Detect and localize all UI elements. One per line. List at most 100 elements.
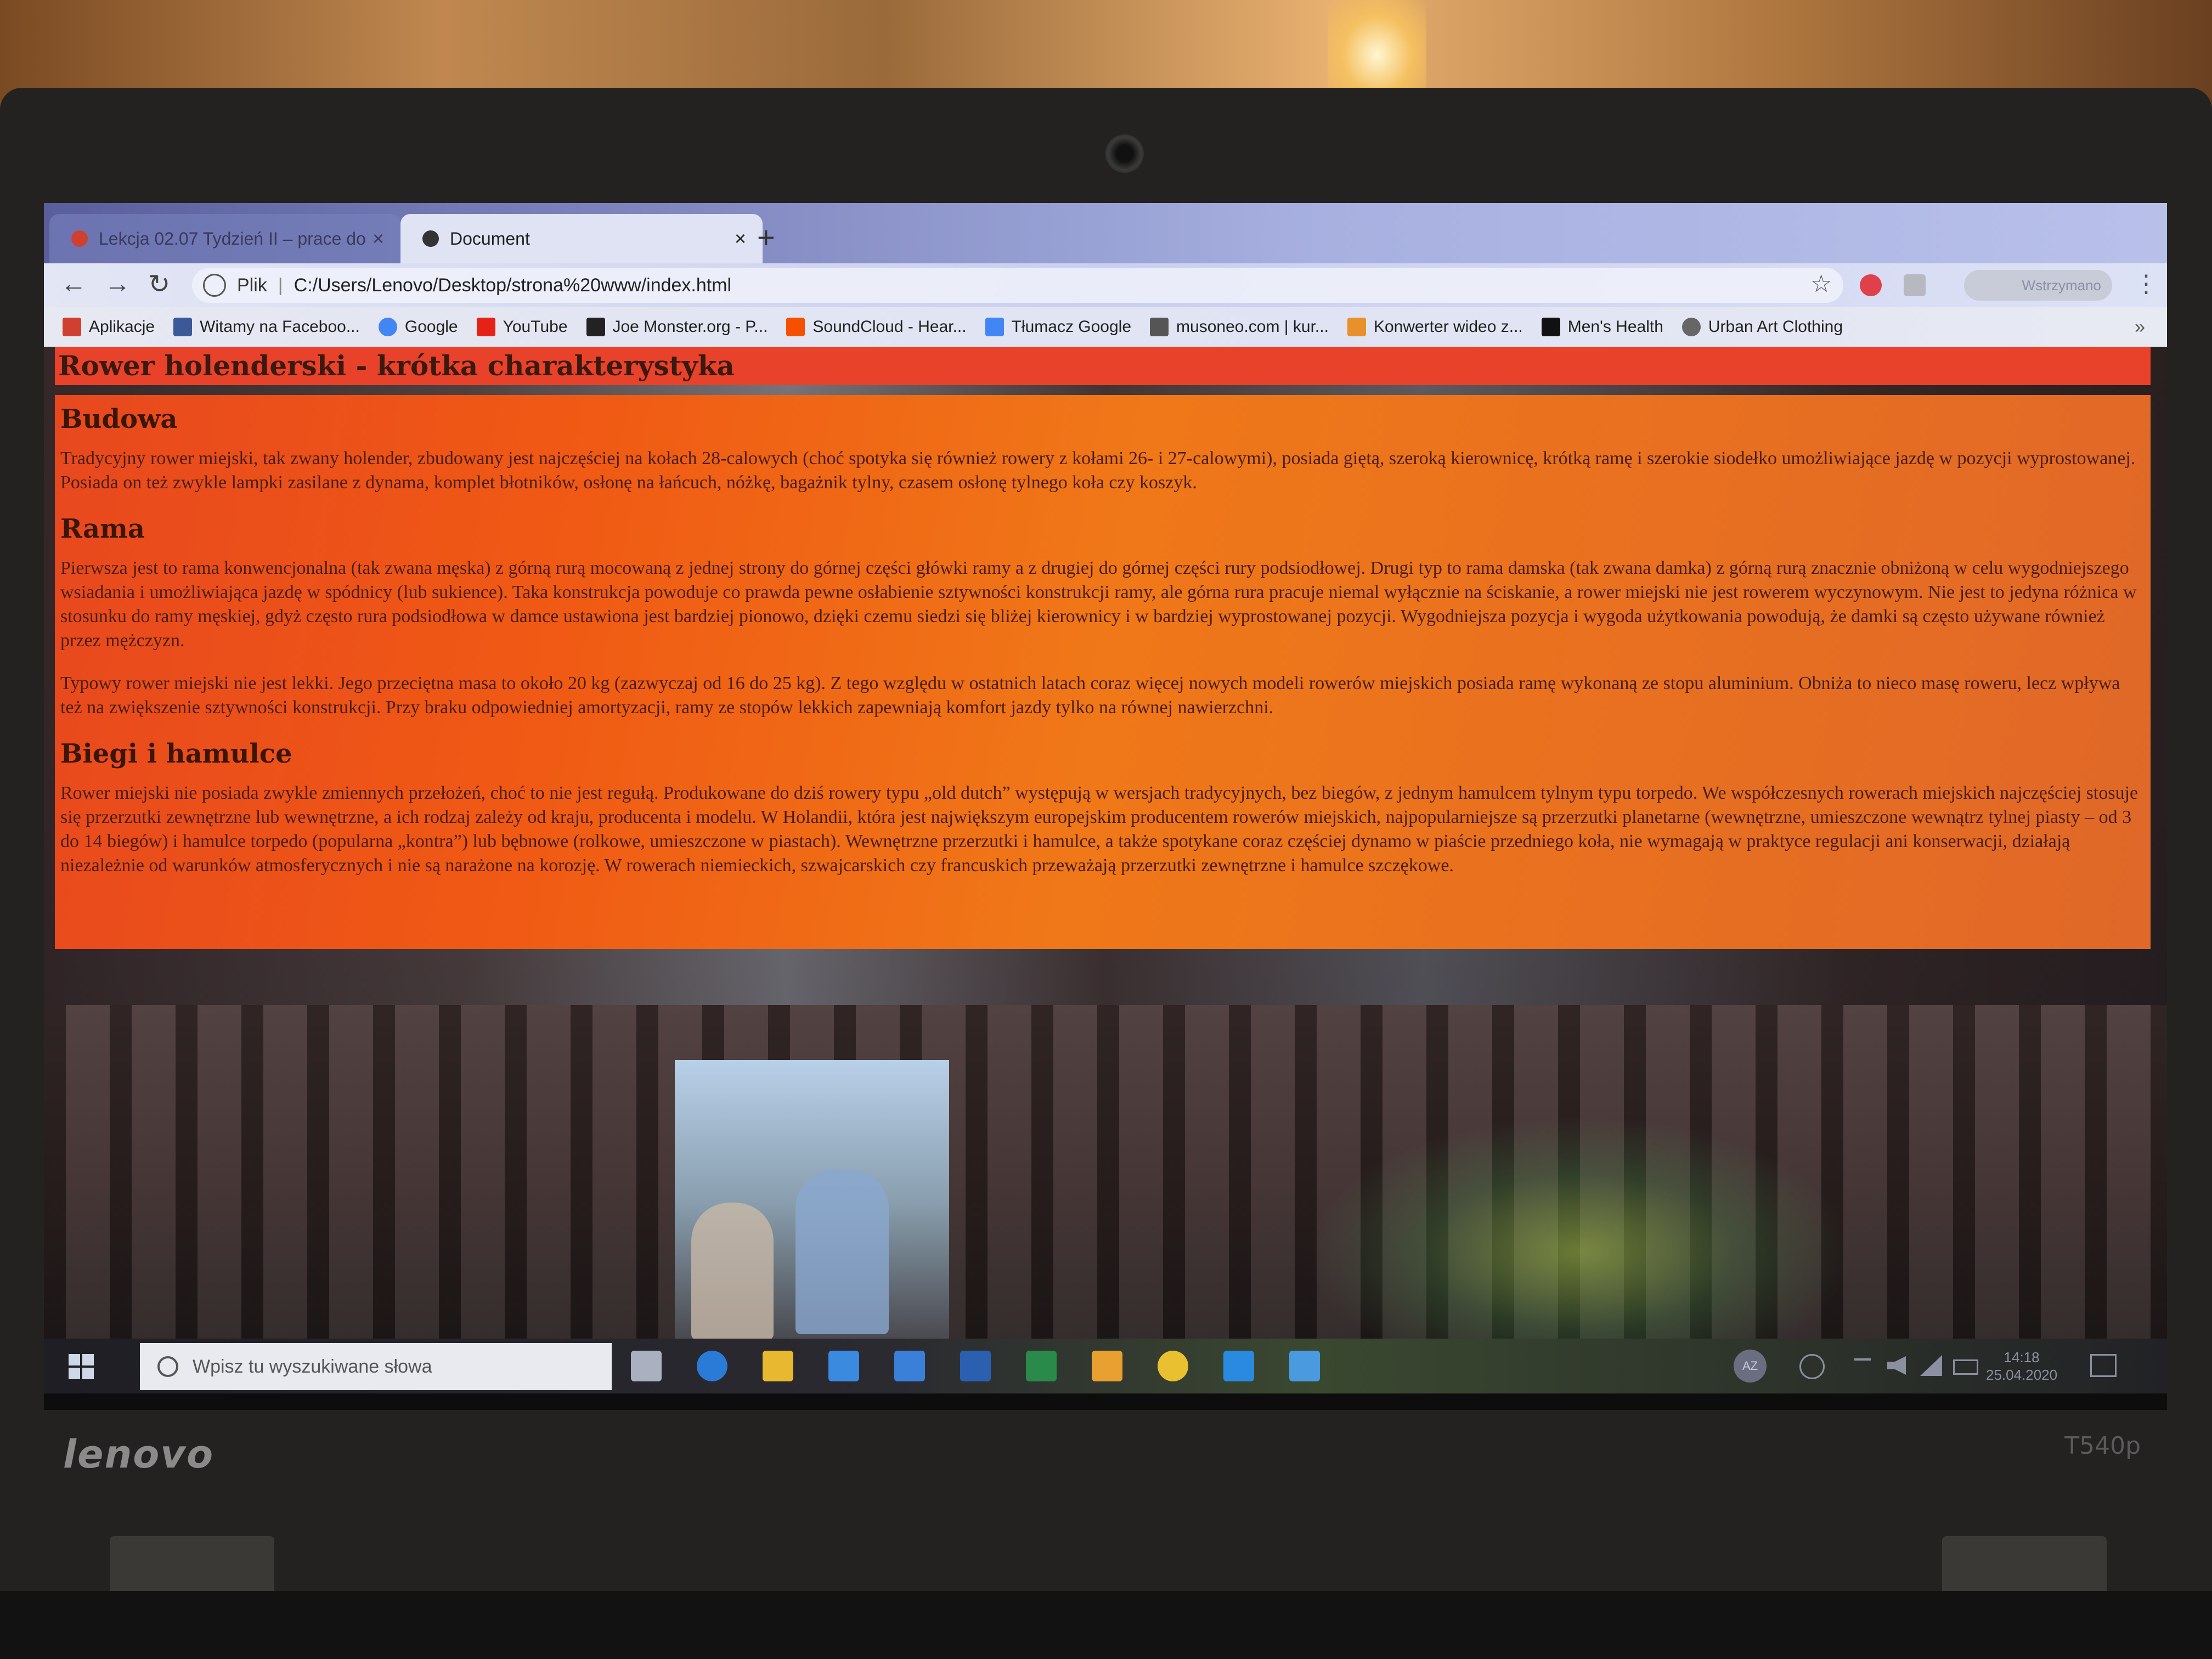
laptop-hinge: [1942, 1536, 2107, 1596]
windows-start-icon[interactable]: [69, 1354, 94, 1379]
tab-favicon-icon: [71, 230, 88, 247]
youtube-icon: [476, 318, 495, 336]
tray-user-avatar[interactable]: AZ: [1734, 1350, 1767, 1383]
google-icon: [378, 318, 397, 336]
bookmark-google[interactable]: Google: [378, 318, 458, 336]
excel-icon[interactable]: [1026, 1351, 1057, 1381]
mail-icon[interactable]: [894, 1351, 925, 1381]
clock-date: 25.04.2020: [1986, 1367, 2058, 1383]
bookmark-label: Joe Monster.org - P...: [612, 318, 768, 336]
store-icon[interactable]: [828, 1351, 859, 1381]
globe-icon: [422, 230, 439, 247]
browser-toolbar: ← → ↻ Plik | C:/Users/Lenovo/Desktop/str…: [44, 263, 2167, 307]
extension-icon[interactable]: [1904, 274, 1926, 296]
musoneo-icon: [1150, 318, 1169, 336]
bookmark-facebook[interactable]: Witamy na Faceboo...: [173, 318, 360, 336]
tab-label: Lekcja 02.07 Tydzień II – prace do: [99, 228, 366, 249]
bookmark-soundcloud[interactable]: SoundCloud - Hear...: [786, 318, 967, 336]
bookmark-label: SoundCloud - Hear...: [812, 318, 967, 336]
new-tab-button[interactable]: +: [757, 219, 775, 255]
file-explorer-icon[interactable]: [763, 1351, 793, 1381]
back-arrow-icon[interactable]: ←: [60, 269, 87, 299]
bookmark-aplikacje[interactable]: Aplikacje: [63, 318, 155, 336]
tab-document[interactable]: Document ×: [400, 214, 763, 263]
bookmark-converter[interactable]: Konwerter wideo z...: [1347, 318, 1523, 336]
taskbar-search-box[interactable]: Wpisz tu wyszukiwane słowa: [140, 1343, 612, 1390]
section-heading-biegi: Biegi i hamulce: [60, 738, 292, 769]
word-icon[interactable]: [960, 1351, 991, 1381]
reload-icon[interactable]: ↻: [148, 269, 170, 300]
bookmark-label: YouTube: [503, 318, 568, 336]
menshealth-icon: [1541, 318, 1560, 336]
laptop-brand-logo: lenovo: [63, 1432, 215, 1477]
web-page: Rower holenderski - krótka charakterysty…: [44, 347, 2167, 1389]
bookmark-label: Google: [404, 318, 458, 336]
background-photo-cyclist: [691, 1203, 774, 1340]
bookmarks-more-icon[interactable]: »: [2135, 317, 2145, 338]
paragraph-rama-1: Pierwsza jest to rama konwencjonalna (ta…: [60, 558, 2137, 651]
bookmark-label: Men's Health: [1567, 318, 1663, 336]
vscode-icon[interactable]: [1223, 1351, 1254, 1381]
bookmark-label: Witamy na Faceboo...: [200, 318, 360, 336]
scheme-label: Plik: [237, 274, 267, 296]
taskbar-clock[interactable]: 14:18 25.04.2020: [1986, 1348, 2057, 1384]
bookmark-menshealth[interactable]: Men's Health: [1541, 318, 1663, 336]
paragraph-rama-2: Typowy rower miejski nie jest lekki. Jeg…: [60, 673, 2120, 718]
bookmark-label: Tłumacz Google: [1011, 318, 1132, 336]
url-text[interactable]: C:/Users/Lenovo/Desktop/strona%20www/ind…: [294, 275, 731, 296]
chrome-icon[interactable]: [1158, 1351, 1188, 1381]
article-content: Budowa Tradycyjny rower miejski, tak zwa…: [55, 395, 2151, 949]
laptop-model-label: T540p: [2064, 1432, 2141, 1460]
bookmark-urbanart[interactable]: Urban Art Clothing: [1681, 318, 1843, 336]
menu-dots-icon[interactable]: ⋮: [2134, 270, 2158, 298]
bookmark-label: Urban Art Clothing: [1708, 318, 1843, 336]
bookmark-musoneo[interactable]: musoneo.com | kur...: [1150, 318, 1329, 336]
translate-icon: [985, 318, 1004, 336]
tray-user-initials: AZ: [1742, 1359, 1758, 1373]
people-icon[interactable]: [1799, 1354, 1825, 1379]
tab-lekcja[interactable]: Lekcja 02.07 Tydzień II – prace do ×: [49, 214, 400, 263]
bookmark-label: Konwerter wideo z...: [1373, 318, 1523, 336]
tab-close-icon[interactable]: ×: [373, 227, 384, 250]
volume-icon[interactable]: [1887, 1356, 1906, 1375]
urbanart-icon: [1681, 318, 1701, 336]
laptop-screen: Lekcja 02.07 Tydzień II – prace do × Doc…: [44, 203, 2167, 1410]
laptop-hinge: [110, 1536, 274, 1596]
section-heading-budowa: Budowa: [60, 404, 178, 435]
bookmark-youtube[interactable]: YouTube: [476, 318, 568, 336]
search-placeholder: Wpisz tu wyszukiwane słowa: [193, 1356, 432, 1377]
battery-icon[interactable]: [1953, 1359, 1978, 1375]
task-view-icon[interactable]: [631, 1351, 662, 1381]
joemonster-icon: [586, 318, 605, 336]
soundcloud-icon: [786, 318, 805, 336]
address-separator: |: [278, 274, 283, 296]
bookmark-joemonster[interactable]: Joe Monster.org - P...: [586, 318, 768, 336]
forward-arrow-icon[interactable]: →: [104, 269, 131, 299]
bookmark-star-icon[interactable]: ☆: [1810, 270, 1832, 298]
notification-center-icon[interactable]: [2090, 1354, 2117, 1377]
profile-button[interactable]: Wstrzymano: [1964, 270, 2112, 301]
bookmarks-bar: Aplikacje Witamy na Faceboo... Google Yo…: [44, 307, 2167, 347]
facebook-icon: [173, 318, 193, 336]
tab-close-icon[interactable]: ×: [735, 227, 746, 250]
extension-adblock-icon[interactable]: [1860, 274, 1882, 296]
bookmark-label: Aplikacje: [89, 318, 155, 336]
paragraph-budowa: Tradycyjny rower miejski, tak zwany hole…: [60, 448, 2136, 493]
info-icon[interactable]: [203, 274, 226, 297]
chevron-up-icon[interactable]: [1854, 1358, 1871, 1372]
background-photo-cyclist: [795, 1170, 889, 1334]
address-bar[interactable]: Plik | C:/Users/Lenovo/Desktop/strona%20…: [192, 268, 1843, 303]
section-heading-rama: Rama: [60, 514, 145, 544]
tab-bar: Lekcja 02.07 Tydzień II – prace do × Doc…: [44, 203, 2167, 263]
outlook-icon[interactable]: [1092, 1351, 1122, 1381]
paragraph-biegi: Rower miejski nie posiada zwykle zmienny…: [60, 783, 2138, 876]
bookmark-translate[interactable]: Tłumacz Google: [985, 318, 1131, 336]
webcam: [1105, 134, 1144, 173]
profile-status: Wstrzymano: [2022, 276, 2101, 294]
apps-grid-icon: [63, 318, 81, 336]
wifi-icon[interactable]: [1920, 1355, 1942, 1376]
edge-icon[interactable]: [697, 1351, 727, 1381]
converter-icon: [1347, 318, 1366, 336]
windows-taskbar: Wpisz tu wyszukiwane słowa AZ 14:18 25.0…: [44, 1339, 2167, 1393]
photos-icon[interactable]: [1289, 1351, 1320, 1381]
